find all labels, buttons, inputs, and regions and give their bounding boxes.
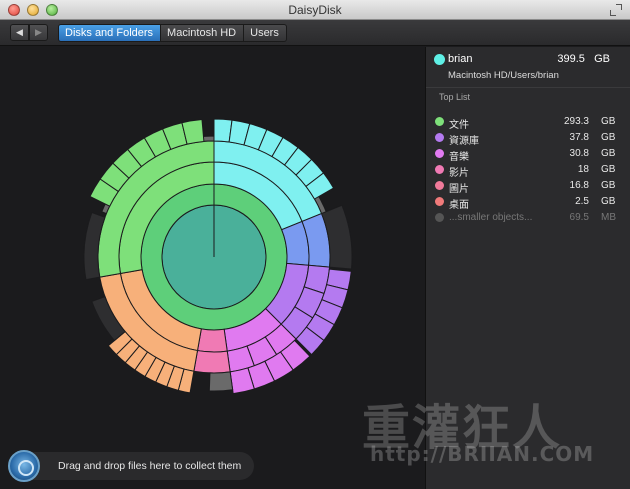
top-list-title: Top List — [439, 92, 471, 102]
item-size: 16.8 — [569, 180, 589, 191]
minimize-window-button[interactable] — [27, 4, 39, 16]
pink-folder-segment[interactable] — [196, 328, 228, 353]
title-bar: DaisyDisk — [0, 0, 630, 20]
item-unit: MB — [601, 212, 616, 223]
folder-color-icon — [434, 54, 445, 65]
center-disc[interactable] — [161, 204, 267, 310]
item-color-icon — [435, 181, 444, 190]
folder-path: Macintosh HD/Users/brian — [448, 70, 559, 81]
folder-name: brian — [448, 53, 473, 65]
collector-icon[interactable] — [8, 450, 40, 482]
item-size: 18 — [577, 164, 589, 175]
item-name: 影片 — [449, 168, 469, 179]
watermark-url: http://BRIIAN.COM — [370, 442, 595, 466]
item-color-icon — [435, 133, 444, 142]
item-color-icon — [435, 117, 444, 126]
divider — [426, 87, 630, 88]
item-size: 69.5 — [569, 212, 589, 223]
window-title: DaisyDisk — [288, 3, 342, 17]
breadcrumb: Disks and Folders Macintosh HD Users — [58, 24, 287, 42]
item-unit: GB — [601, 164, 616, 175]
item-unit: GB — [601, 180, 616, 191]
breadcrumb-macintosh-hd[interactable]: Macintosh HD — [161, 24, 245, 42]
item-size: 37.8 — [569, 132, 589, 143]
list-item[interactable]: 圖片 16.8 GB — [426, 178, 630, 195]
item-size: 293.3 — [563, 116, 589, 127]
item-size: 30.8 — [569, 148, 589, 159]
item-unit: GB — [601, 148, 616, 159]
breadcrumb-disks-and-folders[interactable]: Disks and Folders — [58, 24, 162, 42]
item-unit: GB — [601, 116, 616, 127]
toolbar: ◀ ▶ Disks and Folders Macintosh HD Users — [0, 20, 630, 46]
list-item[interactable]: 文件 293.3 GB — [426, 114, 630, 131]
item-unit: GB — [601, 132, 616, 143]
pink-folder-segment[interactable] — [193, 349, 231, 374]
item-color-icon — [435, 213, 444, 222]
item-name: ...smaller objects... — [449, 212, 533, 223]
item-color-icon — [435, 197, 444, 206]
collector-label: Drag and drop files here to collect them — [58, 460, 242, 472]
top-list: 文件 293.3 GB 資源庫 37.8 GB 音樂 30.8 GB 影片 18… — [426, 114, 630, 226]
item-name: 音樂 — [449, 152, 469, 163]
back-button[interactable]: ◀ — [10, 24, 29, 41]
item-color-icon — [435, 165, 444, 174]
breadcrumb-users[interactable]: Users — [244, 24, 287, 42]
item-color-icon — [435, 149, 444, 158]
list-item[interactable]: 資源庫 37.8 GB — [426, 130, 630, 147]
item-unit: GB — [601, 196, 616, 207]
item-name: 桌面 — [449, 200, 469, 211]
item-size: 2.5 — [575, 196, 589, 207]
list-item[interactable]: 影片 18 GB — [426, 162, 630, 179]
forward-button[interactable]: ▶ — [29, 24, 48, 41]
gray-segment[interactable] — [208, 371, 234, 392]
item-name: 資源庫 — [449, 136, 479, 147]
list-item-smaller-objects[interactable]: ...smaller objects... 69.5 MB — [426, 210, 630, 226]
list-item[interactable]: 音樂 30.8 GB — [426, 146, 630, 163]
folder-size: 399.5 GB — [557, 53, 610, 65]
fullscreen-icon[interactable] — [610, 4, 622, 16]
list-item[interactable]: 桌面 2.5 GB — [426, 194, 630, 211]
item-name: 圖片 — [449, 184, 469, 195]
close-window-button[interactable] — [8, 4, 20, 16]
item-name: 文件 — [449, 120, 469, 131]
zoom-window-button[interactable] — [46, 4, 58, 16]
